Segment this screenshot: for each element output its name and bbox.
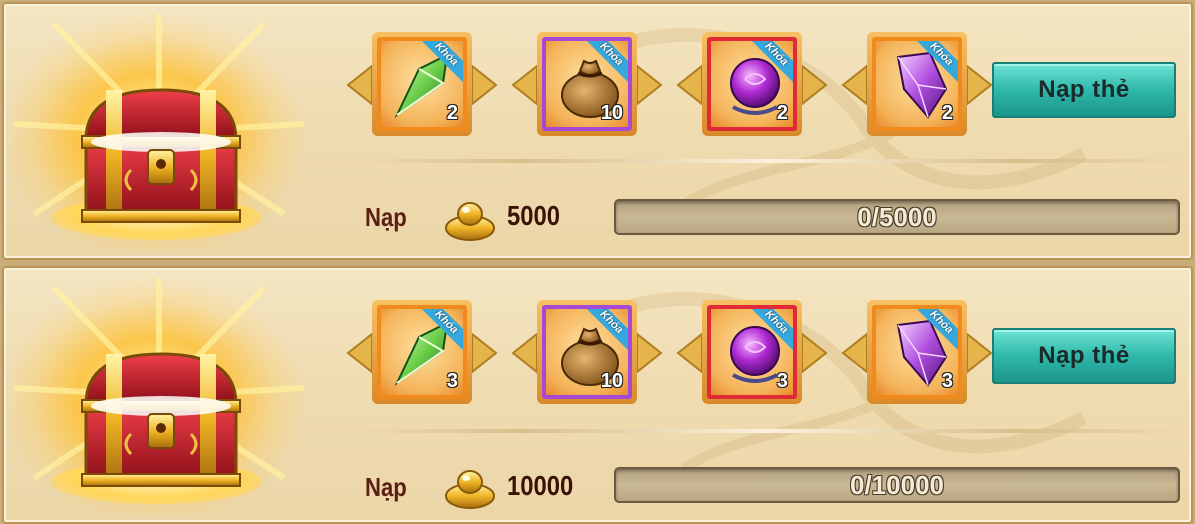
lock-badge: Khóa [914,309,958,353]
lock-badge: Khóa [749,41,793,85]
progress-text: 0/5000 [857,201,937,232]
recharge-button[interactable]: Nạp thẻ [992,328,1176,384]
treasure-chest-icon [14,278,304,514]
recharge-requirement-label: Nạp [365,472,407,502]
reward-item-slot[interactable]: Khóa 10 [511,294,663,412]
lock-badge: Khóa [584,309,628,353]
item-quantity: 3 [776,370,788,392]
gold-ingot-icon [445,202,495,241]
lock-badge: Khóa [584,41,628,85]
recharge-requirement-label: Nạp [365,202,407,232]
lock-badge: Khóa [914,41,958,85]
item-quantity: 2 [446,102,458,124]
item-quantity: 10 [600,370,623,392]
recharge-amount: 5000 [507,200,560,231]
item-quantity: 10 [600,102,623,124]
reward-item-slot[interactable]: Khóa 3 [841,294,993,412]
item-quantity: 2 [941,102,953,124]
progress-bar: 0/10000 [614,467,1180,503]
gold-ingot-icon [445,470,495,509]
reward-item-slot[interactable]: Khóa 3 [676,294,828,412]
item-quantity: 3 [941,370,953,392]
treasure-chest-icon [14,14,304,250]
divider [360,429,1180,433]
progress-bar: 0/5000 [614,199,1180,235]
reward-tier-panel: Khóa 3 Khóa 10 Khóa 3 Khóa 3 Nạp thẻ Nạp… [2,266,1193,524]
reward-item-slot[interactable]: Khóa 2 [346,26,498,144]
reward-item-slot[interactable]: Khóa 2 [841,26,993,144]
reward-tier-panel: Khóa 2 Khóa 10 Khóa 2 Khóa 2 Nạp thẻ Nạp… [2,2,1193,260]
item-quantity: 2 [776,102,788,124]
progress-text: 0/10000 [850,469,944,500]
lock-badge: Khóa [419,309,463,353]
reward-item-slot[interactable]: Khóa 10 [511,26,663,144]
recharge-button[interactable]: Nạp thẻ [992,62,1176,118]
divider [360,159,1180,163]
reward-item-slot[interactable]: Khóa 3 [346,294,498,412]
reward-item-slot[interactable]: Khóa 2 [676,26,828,144]
lock-badge: Khóa [419,41,463,85]
recharge-amount: 10000 [507,470,574,501]
lock-badge: Khóa [749,309,793,353]
item-quantity: 3 [446,370,458,392]
